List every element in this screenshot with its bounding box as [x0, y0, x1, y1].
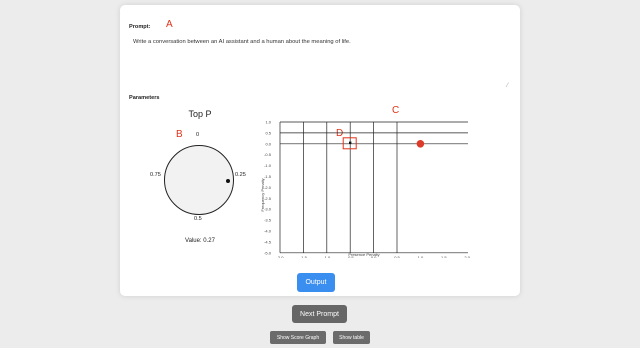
x-tick-label: 1.5: [441, 255, 447, 258]
x-tick-label: -1.5: [300, 255, 308, 258]
dial-tick-right: 0.25: [235, 172, 246, 178]
parameters-label: Parameters: [129, 95, 160, 101]
annotation-a: A: [166, 19, 173, 30]
y-axis-label: Frequency Penalty: [260, 178, 265, 211]
y-tick-label: -4.5: [264, 239, 272, 244]
y-tick-label: -5.0: [264, 250, 272, 255]
dial-tick-bottom: 0.5: [194, 216, 202, 222]
show-score-graph-button[interactable]: Show Score Graph: [270, 331, 326, 344]
next-prompt-button[interactable]: Next Prompt: [292, 305, 347, 323]
top-p-value-label: Value: 0.27: [185, 238, 215, 244]
y-tick-label: -1.0: [264, 163, 272, 168]
y-tick-label: -3.5: [264, 218, 272, 223]
output-button[interactable]: Output: [297, 273, 335, 292]
y-tick-label: -2.0: [264, 185, 272, 190]
y-tick-label: -0.5: [264, 152, 272, 157]
resize-grip-icon[interactable]: ⁄: [507, 83, 508, 89]
y-tick-label: -4.0: [264, 229, 272, 234]
main-card: Prompt: A Write a conversation between a…: [120, 5, 520, 296]
x-tick-label: -1.0: [323, 255, 331, 258]
prompt-textarea[interactable]: Write a conversation between an AI assis…: [133, 39, 351, 45]
y-tick-label: -3.0: [264, 207, 272, 212]
top-p-handle[interactable]: [226, 179, 230, 183]
x-tick-label: -2.0: [277, 255, 285, 258]
x-tick-label: 0.5: [394, 255, 400, 258]
prompt-label: Prompt:: [129, 24, 151, 30]
y-tick-label: 0.0: [265, 141, 271, 146]
dial-tick-left: 0.75: [150, 172, 161, 178]
y-tick-label: -1.5: [264, 174, 272, 179]
y-tick-label: -2.5: [264, 196, 272, 201]
y-tick-label: 1.0: [265, 120, 271, 125]
dial-tick-top: 0: [196, 132, 200, 138]
annotation-b: B: [176, 129, 183, 140]
x-tick-label: 2.0: [464, 255, 470, 258]
selected-point[interactable]: [416, 140, 425, 148]
show-table-button[interactable]: Show table: [333, 331, 370, 344]
graph-y-ticks: 1.0 0.5 0.0 -0.5 -1.0 -1.5 -2.0 -2.5 -3.0 -3.5 -4.…: [264, 120, 272, 256]
x-axis-label: Presence Penalty: [348, 252, 379, 257]
top-p-title: Top P: [188, 109, 212, 119]
top-p-dial[interactable]: [164, 145, 234, 215]
x-tick-label: 1.0: [418, 255, 424, 258]
penalty-graph[interactable]: 1.0 0.5 0.0 -0.5 -1.0 -1.5 -2.0 -2.5 -3.0 -3.5 -4.…: [256, 113, 471, 259]
highlight-point[interactable]: [349, 141, 352, 144]
graph-gridlines: [279, 121, 468, 254]
y-tick-label: 0.5: [265, 130, 271, 135]
